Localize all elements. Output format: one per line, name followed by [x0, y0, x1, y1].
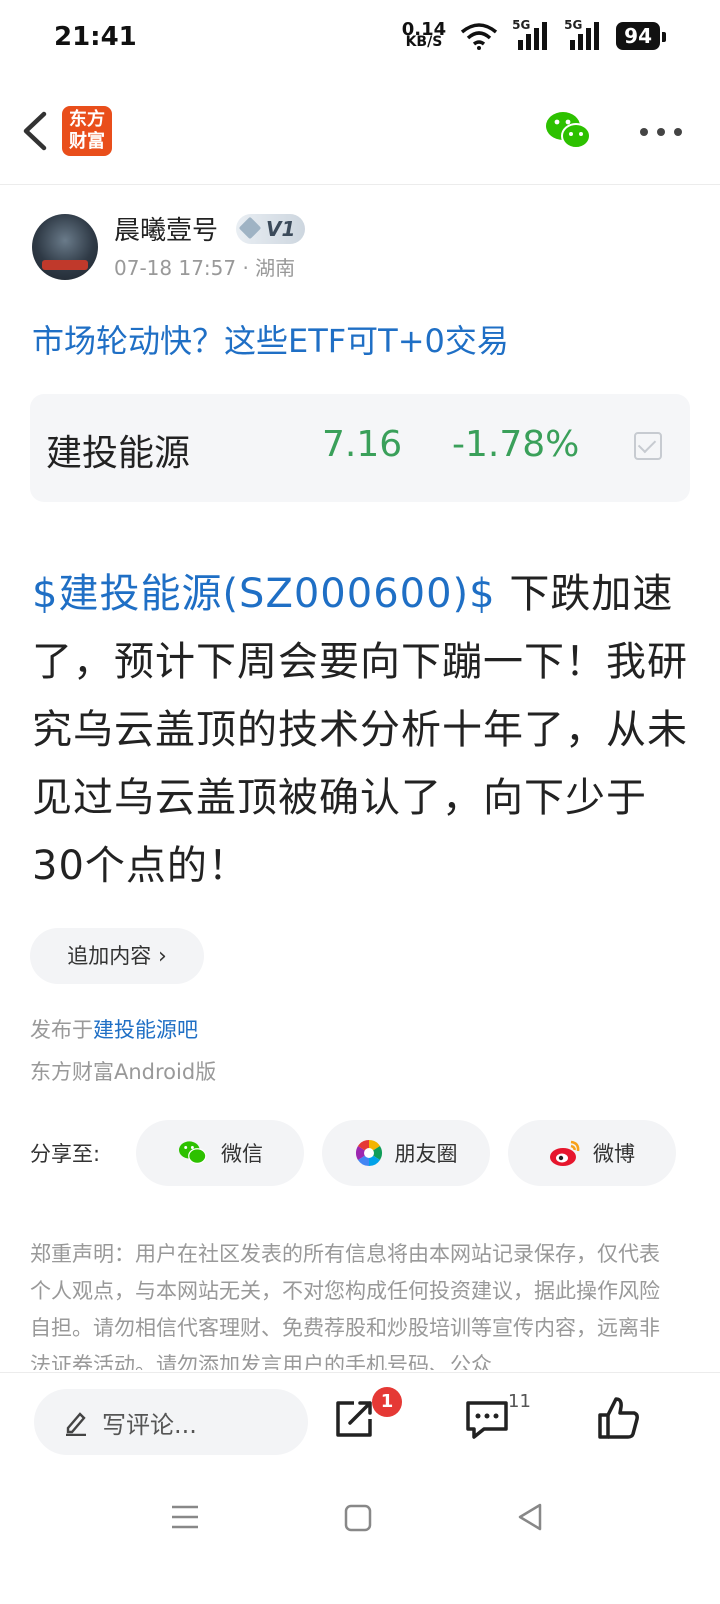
post-meta: 07-18 17:57 · 湖南 [114, 256, 296, 280]
post-body: $建投能源(SZ000600)$ 下跌加速了，预计下周会要向下蹦一下！我研究乌云… [32, 560, 692, 900]
cell-signal-1: 5G [512, 18, 550, 50]
logo-text-1: 东方 [69, 109, 105, 130]
menu-icon[interactable] [170, 1502, 200, 1532]
comment-placeholder: 写评论... [102, 1410, 197, 1439]
share-wechat-label: 微信 [221, 1142, 263, 1166]
post-body-text: 下跌加速了，预计下周会要向下蹦一下！我研究乌云盖顶的技术分析十年了，从未见过乌云… [32, 571, 688, 889]
back-arrow-icon[interactable] [14, 106, 60, 156]
app-logo[interactable]: 东方 财富 [62, 106, 112, 156]
signal-bars-icon [570, 22, 600, 50]
stock-card[interactable]: 建投能源 7.16 -1.78% [30, 394, 690, 502]
comment-icon[interactable] [464, 1399, 510, 1441]
cell-signal-2: 5G [564, 18, 602, 50]
stock-price: 7.16 [322, 424, 403, 465]
logo-text-2: 财富 [69, 131, 105, 152]
thumbs-up-icon[interactable] [596, 1395, 640, 1441]
add-content-button[interactable]: 追加内容 › [30, 928, 204, 984]
chevron-right-icon: › [157, 944, 167, 969]
bar-link[interactable]: 建投能源吧 [93, 1018, 198, 1042]
share-count-badge: 1 [372, 1387, 402, 1417]
weibo-icon [550, 1140, 580, 1166]
stock-change: -1.78% [452, 424, 580, 465]
published-prefix: 发布于 [30, 1018, 93, 1042]
stock-name: 建投能源 [46, 433, 191, 474]
client-version: 东方财富Android版 [30, 1060, 217, 1084]
stock-tag-link[interactable]: $建投能源(SZ000600)$ [32, 571, 496, 617]
disclaimer-text: 郑重声明：用户在社区发表的所有信息将由本网站记录保存，仅代表个人观点，与本网站无… [30, 1242, 660, 1370]
add-watchlist-checkbox-icon[interactable] [634, 432, 662, 460]
wechat-share-icon[interactable] [544, 108, 594, 154]
published-in: 发布于建投能源吧 [30, 1014, 198, 1044]
author-name[interactable]: 晨曦壹号 [114, 210, 218, 247]
home-icon[interactable] [344, 1504, 372, 1532]
add-content-label: 追加内容 [67, 944, 152, 968]
status-time: 21:41 [54, 22, 137, 52]
network-speed: 0.14 KB/S [402, 21, 446, 50]
comment-input[interactable]: 写评论... [34, 1389, 308, 1455]
wechat-icon [179, 1141, 207, 1164]
app-header: 东方 财富 [0, 80, 720, 185]
wifi-icon [461, 23, 498, 50]
share-label: 分享至: [30, 1142, 101, 1166]
more-options-icon[interactable] [640, 128, 682, 136]
share-weibo-button[interactable]: 微博 [508, 1120, 676, 1186]
moments-icon [355, 1139, 382, 1167]
share-weibo-label: 微博 [593, 1142, 635, 1166]
level-badge: V1 [236, 214, 306, 244]
comment-count: 11 [508, 1391, 531, 1412]
author-avatar[interactable] [32, 214, 98, 280]
share-icon[interactable] [332, 1397, 376, 1441]
signal-bars-icon [518, 22, 548, 50]
network-speed-unit: KB/S [405, 34, 443, 50]
share-wechat-button[interactable]: 微信 [136, 1120, 304, 1186]
pencil-icon [66, 1412, 86, 1436]
back-triangle-icon[interactable] [516, 1502, 544, 1532]
post-title-link[interactable]: 市场轮动快？这些ETF可T+0交易 [32, 316, 509, 362]
battery-indicator: 94 [616, 22, 666, 50]
share-moments-button[interactable]: 朋友圈 [322, 1120, 490, 1186]
share-moments-label: 朋友圈 [394, 1142, 458, 1166]
bottom-action-bar: 写评论... 1 11 [0, 1372, 720, 1473]
status-icons: 0.14 KB/S 5G 5G 94 [402, 18, 666, 50]
system-nav-bar [0, 1480, 720, 1560]
